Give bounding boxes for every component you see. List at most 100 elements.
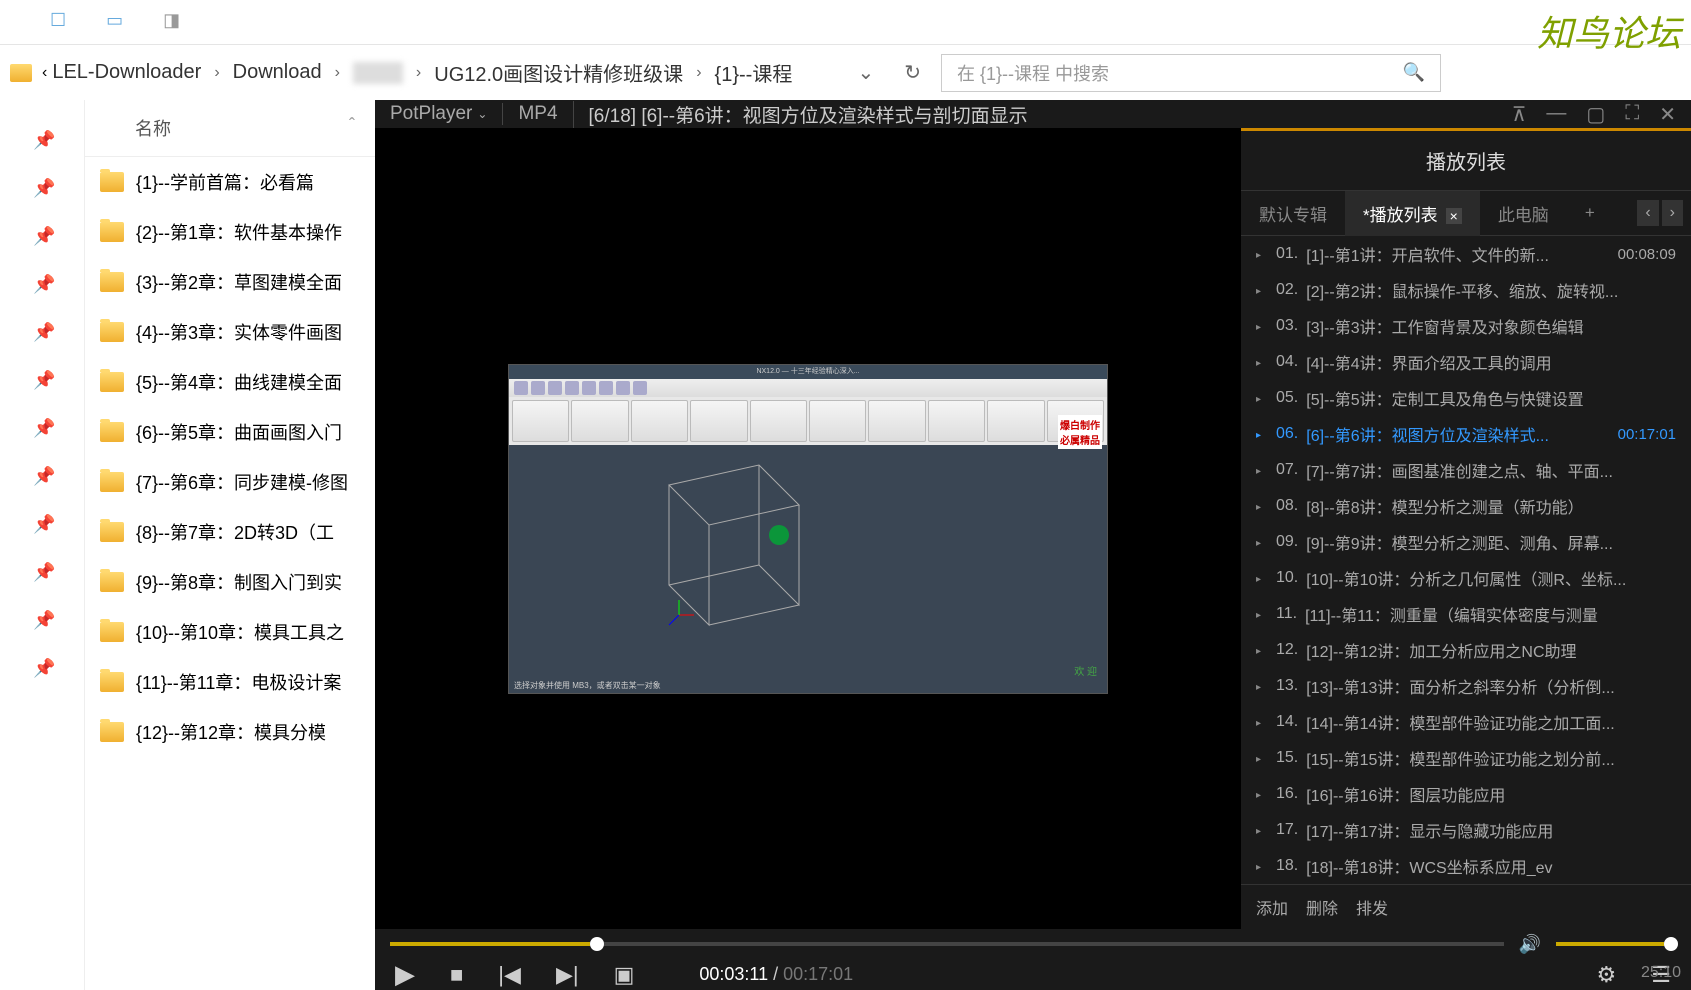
tab-default-album[interactable]: 默认专辑 — [1241, 191, 1345, 236]
pin-icon[interactable]: 📌 — [33, 370, 51, 388]
folder-label: {1}--学前首篇：必看篇 — [136, 169, 314, 195]
pin-icon[interactable]: 📌 — [33, 514, 51, 532]
search-icon[interactable]: 🔍 — [1403, 62, 1425, 83]
playlist-item-name: [14]--第14讲：模型部件验证功能之加工面... — [1306, 710, 1676, 734]
playlist-item[interactable]: ▸06.[6]--第6讲：视图方位及渲染样式...00:17:01 — [1241, 416, 1691, 452]
minimize-icon[interactable]: — — [1546, 102, 1566, 127]
breadcrumb-item[interactable]: LEL-Downloader — [52, 61, 201, 84]
playlist-item[interactable]: ▸12.[12]--第12讲：加工分析应用之NC助理 — [1241, 632, 1691, 668]
close-icon[interactable]: ✕ — [1659, 102, 1676, 127]
column-header-name[interactable]: 名称 ˆ — [85, 100, 375, 157]
time-display: 00:03:11 / 00:17:01 — [699, 964, 853, 985]
breadcrumb-item-blurred[interactable] — [353, 62, 403, 84]
video-viewport[interactable]: NX12.0 — 十三年经验精心深入... 爆白制作必属精品 — [375, 128, 1241, 929]
tab-playlist[interactable]: *播放列表× — [1345, 191, 1480, 236]
playlist-items: ▸01.[1]--第1讲：开启软件、文件的新...00:08:09▸02.[2]… — [1241, 236, 1691, 884]
playlist-item[interactable]: ▸16.[16]--第16讲：图层功能应用 — [1241, 776, 1691, 812]
folder-label: {12}--第12章：模具分模 — [136, 719, 326, 745]
playlist-item[interactable]: ▸13.[13]--第13讲：面分析之斜率分析（分析倒... — [1241, 668, 1691, 704]
cad-statusbar: 选择对象并使用 MB3，或者双击某一对象 — [514, 680, 661, 691]
folder-item[interactable]: {10}--第10章：模具工具之 — [85, 607, 375, 657]
folder-item[interactable]: {4}--第3章：实体零件画图 — [85, 307, 375, 357]
fullscreen-icon[interactable]: ⛶ — [1625, 102, 1639, 127]
playlist-item-name: [4]--第4讲：界面介绍及工具的调用 — [1306, 350, 1676, 374]
pin-icon[interactable]: ⊼ — [1512, 102, 1527, 127]
tab-this-pc[interactable]: 此电脑 — [1480, 191, 1567, 236]
pin-icon[interactable]: 📌 — [33, 274, 51, 292]
folder-icon — [100, 272, 124, 292]
pin-icon[interactable]: 📌 — [33, 658, 51, 676]
playlist-item[interactable]: ▸11.[11]--第11：测重量（编辑实体密度与测量 — [1241, 596, 1691, 632]
pin-icon[interactable]: 📌 — [33, 610, 51, 628]
volume-slider[interactable] — [1556, 942, 1676, 946]
footer-sort[interactable]: 排发 — [1356, 895, 1388, 919]
folder-label: {5}--第4章：曲线建模全面 — [136, 369, 342, 395]
folder-item[interactable]: {6}--第5章：曲面画图入门 — [85, 407, 375, 457]
play-button[interactable]: ▶ — [395, 959, 415, 990]
playlist-item-name: [5]--第5讲：定制工具及角色与快键设置 — [1306, 386, 1676, 410]
pin-icon[interactable]: 📌 — [33, 178, 51, 196]
maximize-icon[interactable]: ▢ — [1586, 102, 1605, 127]
footer-add[interactable]: 添加 — [1256, 895, 1288, 919]
nav-next-icon[interactable]: › — [1662, 200, 1683, 226]
search-input[interactable]: 在 {1}--课程 中搜索 🔍 — [941, 54, 1441, 92]
folder-item[interactable]: {9}--第8章：制图入门到实 — [85, 557, 375, 607]
nav-prev-icon[interactable]: ‹ — [1637, 200, 1658, 226]
folder-item[interactable]: {3}--第2章：草图建模全面 — [85, 257, 375, 307]
playlist-item[interactable]: ▸05.[5]--第5讲：定制工具及角色与快键设置 — [1241, 380, 1691, 416]
stop-button[interactable]: ■ — [450, 962, 463, 988]
folder-item[interactable]: {1}--学前首篇：必看篇 — [85, 157, 375, 207]
footer-delete[interactable]: 删除 — [1306, 895, 1338, 919]
tab-add[interactable]: + — [1567, 193, 1613, 233]
play-indicator-icon: ▸ — [1256, 286, 1264, 294]
breadcrumb-item[interactable]: UG12.0画图设计精修班级课 — [434, 58, 683, 87]
playlist-item-name: [13]--第13讲：面分析之斜率分析（分析倒... — [1306, 674, 1676, 698]
toolbar-icon[interactable]: ◨ — [163, 10, 180, 31]
progress-bar[interactable] — [390, 942, 1504, 946]
folder-label: {6}--第5章：曲面画图入门 — [136, 419, 342, 445]
dropdown-icon[interactable]: ⌄ — [857, 60, 874, 85]
playlist-item-name: [9]--第9讲：模型分析之测距、测角、屏幕... — [1306, 530, 1676, 554]
playlist-item[interactable]: ▸02.[2]--第2讲：鼠标操作-平移、缩放、旋转视... — [1241, 272, 1691, 308]
playlist-item[interactable]: ▸08.[8]--第8讲：模型分析之测量（新功能） — [1241, 488, 1691, 524]
folder-item[interactable]: {12}--第12章：模具分模 — [85, 707, 375, 757]
playlist-item[interactable]: ▸01.[1]--第1讲：开启软件、文件的新...00:08:09 — [1241, 236, 1691, 272]
playlist-item[interactable]: ▸15.[15]--第15讲：模型部件验证功能之划分前... — [1241, 740, 1691, 776]
folder-item[interactable]: {7}--第6章：同步建模-修图 — [85, 457, 375, 507]
pin-icon[interactable]: 📌 — [33, 562, 51, 580]
breadcrumb-item[interactable]: Download — [233, 61, 322, 84]
folder-icon — [100, 472, 124, 492]
video-frame-content: NX12.0 — 十三年经验精心深入... 爆白制作必属精品 — [508, 364, 1108, 694]
next-button[interactable]: ▶| — [556, 962, 579, 988]
toolbar-icon[interactable]: ▭ — [106, 10, 123, 31]
pin-icon[interactable]: 📌 — [33, 418, 51, 436]
pin-icon[interactable]: 📌 — [33, 130, 51, 148]
folder-item[interactable]: {11}--第11章：电极设计案 — [85, 657, 375, 707]
pin-icon[interactable]: 📌 — [33, 226, 51, 244]
playlist-item[interactable]: ▸09.[9]--第9讲：模型分析之测距、测角、屏幕... — [1241, 524, 1691, 560]
close-icon[interactable]: × — [1446, 208, 1462, 224]
playlist-item[interactable]: ▸10.[10]--第10讲：分析之几何属性（测R、坐标... — [1241, 560, 1691, 596]
breadcrumb-item[interactable]: {1}--课程 — [715, 58, 793, 87]
playlist-item[interactable]: ▸03.[3]--第3讲：工作窗背景及对象颜色编辑 — [1241, 308, 1691, 344]
app-name[interactable]: PotPlayer ⌄ — [390, 103, 487, 125]
folder-item[interactable]: {8}--第7章：2D转3D（工 — [85, 507, 375, 557]
playlist-item[interactable]: ▸14.[14]--第14讲：模型部件验证功能之加工面... — [1241, 704, 1691, 740]
prev-button[interactable]: |◀ — [498, 962, 521, 988]
playlist-item[interactable]: ▸17.[17]--第17讲：显示与隐藏功能应用 — [1241, 812, 1691, 848]
settings-icon[interactable]: ⚙ — [1597, 962, 1617, 988]
pin-icon[interactable]: 📌 — [33, 466, 51, 484]
playlist-item[interactable]: ▸07.[7]--第7讲：画图基准创建之点、轴、平面... — [1241, 452, 1691, 488]
folder-label: {9}--第8章：制图入门到实 — [136, 569, 342, 595]
toolbar-icon[interactable]: ☐ — [50, 10, 66, 31]
refresh-icon[interactable]: ↻ — [904, 60, 921, 85]
play-indicator-icon: ▸ — [1256, 394, 1264, 402]
open-button[interactable]: ▣ — [614, 962, 635, 988]
quick-access-sidebar: 📌 📌 📌 📌 📌 📌 📌 📌 📌 📌 📌 📌 — [0, 100, 85, 990]
folder-item[interactable]: {5}--第4章：曲线建模全面 — [85, 357, 375, 407]
pin-icon[interactable]: 📌 — [33, 322, 51, 340]
volume-icon[interactable]: 🔊 — [1519, 934, 1541, 955]
playlist-item[interactable]: ▸18.[18]--第18讲：WCS坐标系应用_ev — [1241, 848, 1691, 884]
playlist-item[interactable]: ▸04.[4]--第4讲：界面介绍及工具的调用 — [1241, 344, 1691, 380]
folder-item[interactable]: {2}--第1章：软件基本操作 — [85, 207, 375, 257]
